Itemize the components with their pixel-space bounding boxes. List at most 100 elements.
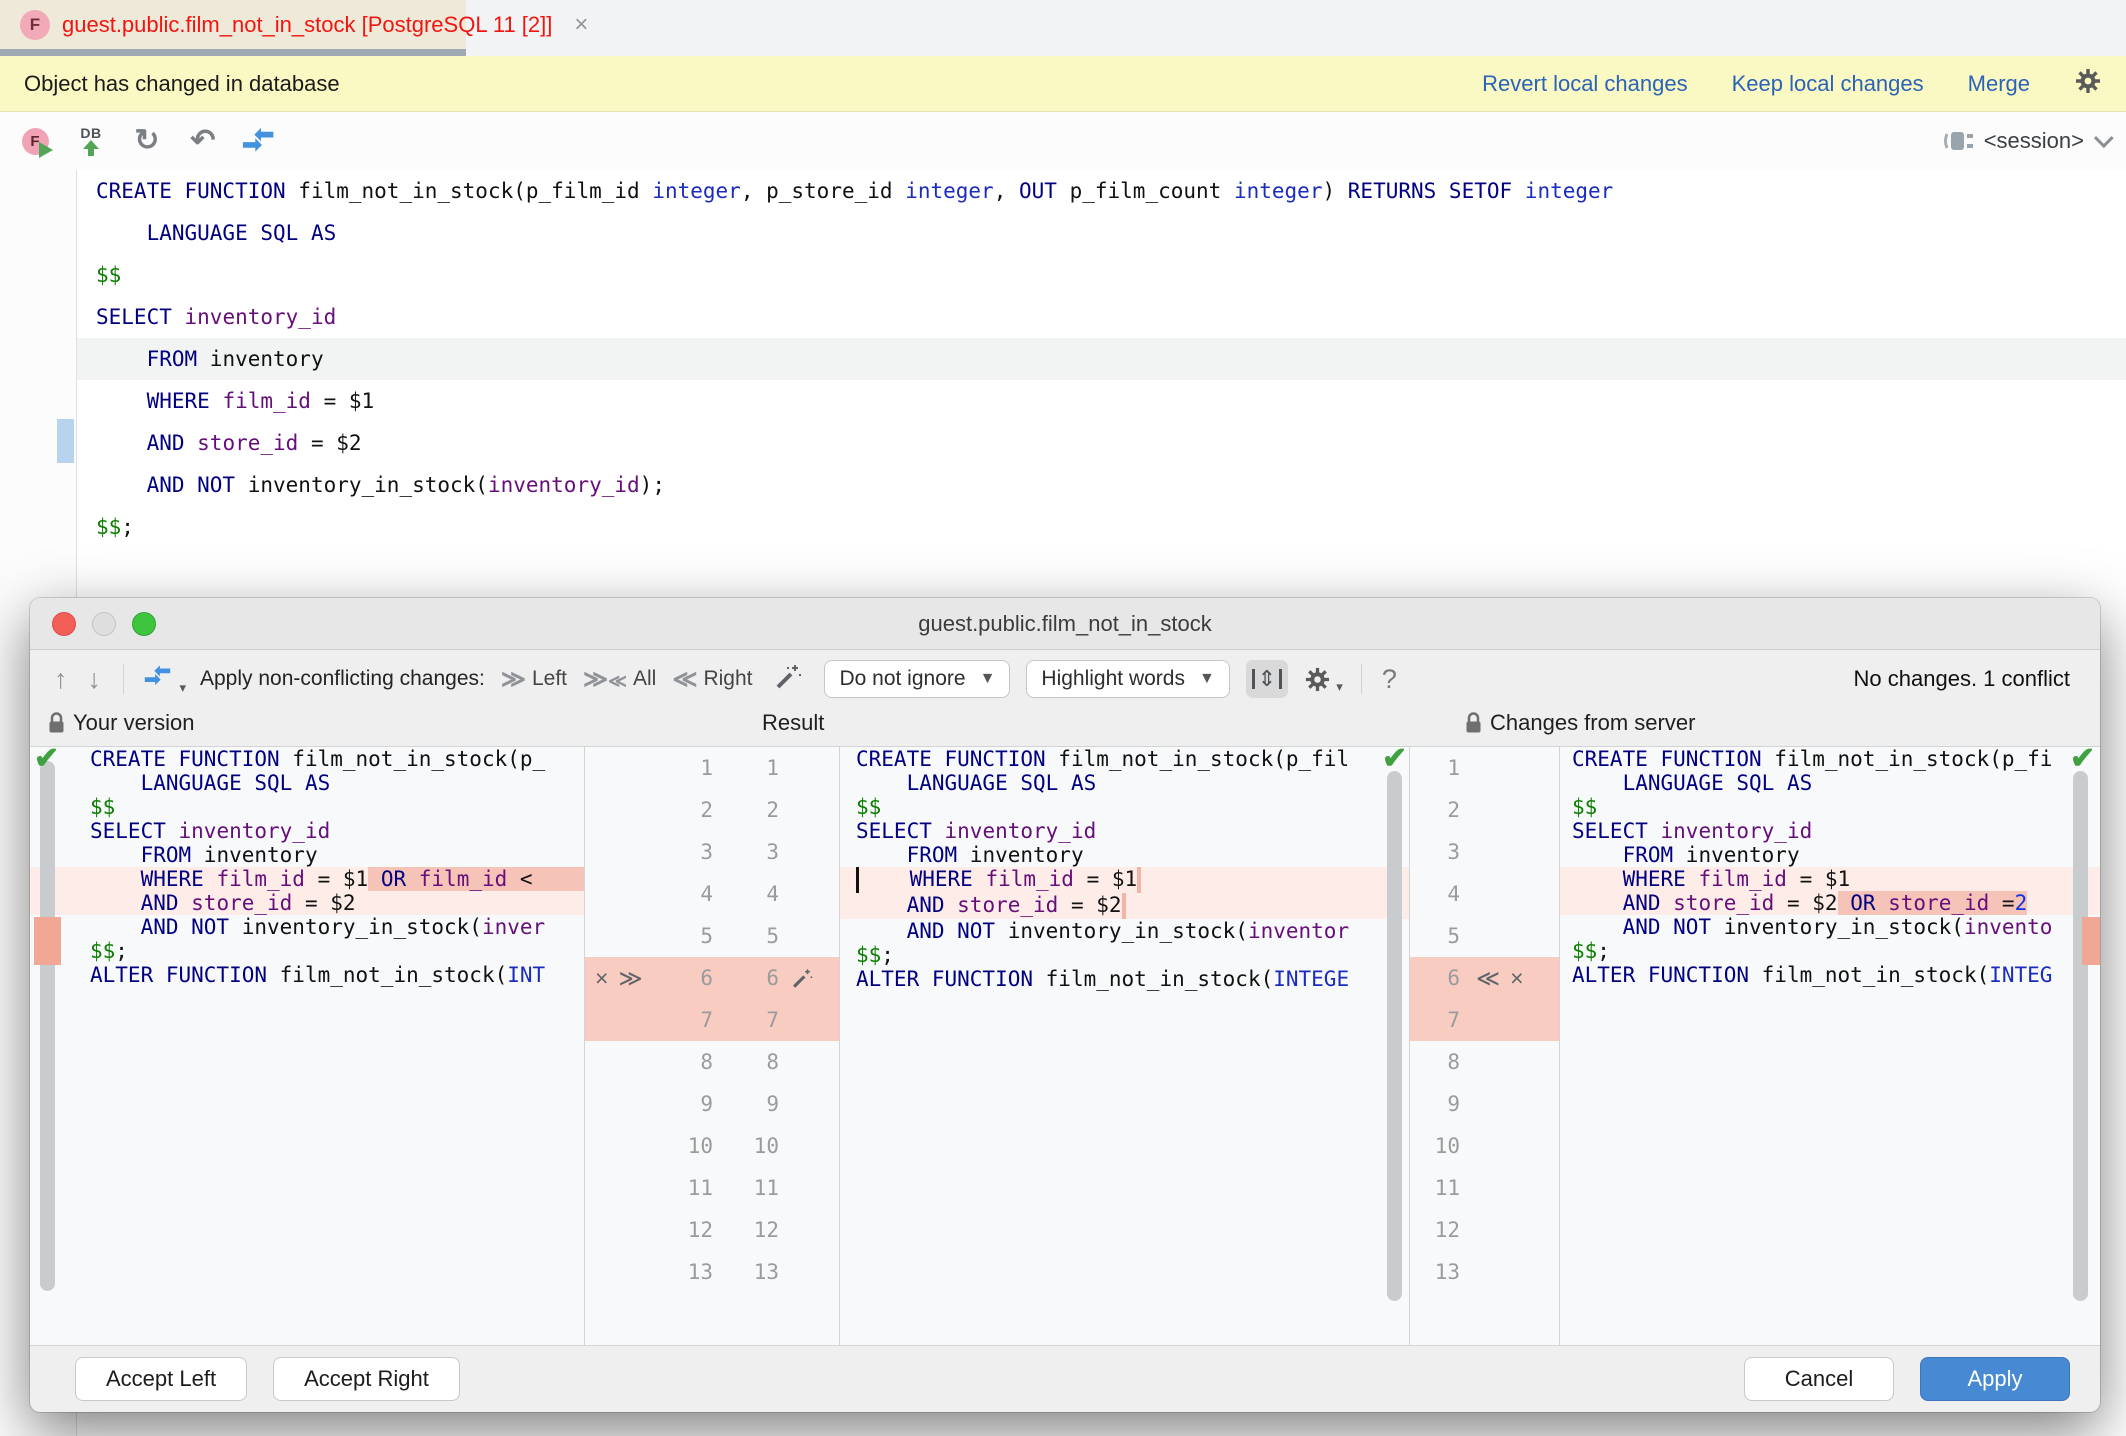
gutter-row: 99	[585, 1083, 839, 1125]
your-version-panel[interactable]: CREATE FUNCTION film_not_in_stock(p_ LAN…	[30, 747, 585, 1345]
code-line: SELECT inventory_id	[0, 296, 2126, 338]
result-line-number: 9	[713, 1092, 779, 1116]
apply-change-icons[interactable]: ×≫	[585, 965, 657, 992]
right-line-number: 7	[1410, 1008, 1460, 1032]
sync-scrolling-toggle[interactable]: ⇕	[1246, 660, 1288, 698]
code-line: CREATE FUNCTION film_not_in_stock(p_	[30, 747, 584, 771]
code-line: ALTER FUNCTION film_not_in_stock(INTEG	[1560, 963, 2100, 987]
result-panel-scrollbar[interactable]	[1387, 771, 1402, 1301]
left-panel-header: Your version	[48, 710, 194, 736]
merge-body: CREATE FUNCTION film_not_in_stock(p_ LAN…	[30, 746, 2100, 1346]
code-line: CREATE FUNCTION film_not_in_stock(p_film…	[0, 170, 2126, 212]
left-error-stripe-marker[interactable]	[34, 917, 61, 965]
right-line-number: 8	[1410, 1050, 1460, 1074]
result-line-number: 4	[713, 882, 779, 906]
previous-change-icon[interactable]: ↑	[52, 666, 70, 693]
right-line-number: 6	[1410, 966, 1460, 990]
gutter-row: 55	[585, 915, 839, 957]
merge-dialog: guest.public.film_not_in_stock ↑ ↓ ▾ App…	[30, 598, 2100, 1412]
right-line-number: 1	[1410, 756, 1460, 780]
help-icon[interactable]: ?	[1382, 664, 1397, 695]
code-line: AND store_id = $2	[840, 893, 1409, 919]
gutter-row: 8	[1410, 1041, 1559, 1083]
editor-code[interactable]: CREATE FUNCTION film_not_in_stock(p_film…	[0, 170, 2126, 548]
dialog-title: guest.public.film_not_in_stock	[30, 611, 2100, 637]
result-line-number: 12	[713, 1218, 779, 1242]
accept-right-button[interactable]: Accept Right	[273, 1357, 460, 1401]
code-line: CREATE FUNCTION film_not_in_stock(p_fil	[840, 747, 1409, 771]
code-line: ALTER FUNCTION film_not_in_stock(INT	[30, 963, 584, 987]
tab-close-icon[interactable]: ×	[574, 11, 588, 39]
resolve-magic-icon[interactable]	[779, 967, 824, 989]
merge-settings-icon[interactable]: ▾	[144, 664, 174, 694]
chevron-down-icon	[2094, 128, 2114, 148]
apply-all-action[interactable]: ≫≪ All	[583, 665, 656, 694]
merge-panel-headers: Your version Result Changes from server	[30, 708, 2100, 746]
highlight-mode-dropdown[interactable]: Highlight words▼	[1026, 660, 1229, 698]
code-line: ALTER FUNCTION film_not_in_stock(INTEGE	[840, 967, 1409, 991]
apply-right-action[interactable]: ≪ Right	[672, 665, 752, 694]
right-panel-scrollbar[interactable]	[2073, 771, 2088, 1301]
code-line: LANGUAGE SQL AS	[30, 771, 584, 795]
compare-merge-icon[interactable]	[242, 124, 276, 158]
left-line-number: 2	[657, 798, 713, 822]
gutter-row: 11	[1410, 1167, 1559, 1209]
session-selector[interactable]: <session>	[1944, 128, 2108, 154]
dialog-titlebar[interactable]: guest.public.film_not_in_stock	[30, 598, 2100, 650]
left-panel-scrollbar[interactable]	[40, 761, 55, 1291]
submit-to-database-icon[interactable]: DB	[74, 124, 108, 158]
gutter-row: 4	[1410, 873, 1559, 915]
code-line: SELECT inventory_id	[840, 819, 1409, 843]
code-line: LANGUAGE SQL AS	[840, 771, 1409, 795]
right-error-stripe-marker[interactable]	[2082, 917, 2100, 965]
run-function-icon[interactable]: F	[18, 124, 52, 158]
cancel-button[interactable]: Cancel	[1744, 1357, 1894, 1401]
gutter-row: 1	[1410, 747, 1559, 789]
right-line-number: 4	[1410, 882, 1460, 906]
revert-local-changes-link[interactable]: Revert local changes	[1482, 71, 1687, 97]
dialog-footer: Accept Left Accept Right Cancel Apply	[30, 1346, 2100, 1412]
undo-icon[interactable]: ↶	[186, 124, 220, 158]
right-gutter: 123456≪×78910111213	[1410, 747, 1560, 1345]
code-line: LANGUAGE SQL AS	[0, 212, 2126, 254]
merge-link[interactable]: Merge	[1968, 71, 2030, 97]
server-version-panel[interactable]: CREATE FUNCTION film_not_in_stock(p_fi L…	[1560, 747, 2100, 1345]
code-line: AND NOT inventory_in_stock(inventor	[840, 919, 1409, 943]
apply-button[interactable]: Apply	[1920, 1357, 2070, 1401]
left-line-number: 13	[657, 1260, 713, 1284]
session-label: <session>	[1984, 128, 2084, 154]
caret-down-icon: ▾	[179, 680, 186, 696]
magic-resolve-icon[interactable]	[774, 662, 802, 696]
code-line: $$;	[1560, 939, 2100, 963]
code-line: AND NOT inventory_in_stock(inver	[30, 915, 584, 939]
refresh-icon[interactable]: ↻	[130, 124, 164, 158]
accept-left-button[interactable]: Accept Left	[75, 1357, 247, 1401]
tab-bar: F guest.public.film_not_in_stock [Postgr…	[0, 0, 2126, 56]
ignore-policy-dropdown[interactable]: Do not ignore▼	[824, 660, 1010, 698]
right-line-number: 9	[1410, 1092, 1460, 1116]
code-line: FROM inventory	[1560, 843, 2100, 867]
gutter-row: 1212	[585, 1209, 839, 1251]
gutter-row: 9	[1410, 1083, 1559, 1125]
next-change-icon[interactable]: ↓	[86, 666, 104, 693]
apply-change-icons[interactable]: ≪×	[1460, 965, 1524, 992]
result-panel[interactable]: CREATE FUNCTION film_not_in_stock(p_fil …	[840, 747, 1410, 1345]
code-line: $$	[840, 795, 1409, 819]
dropdown-arrow-icon: ▼	[1199, 670, 1215, 688]
lock-icon	[48, 712, 65, 734]
left-line-number: 11	[657, 1176, 713, 1200]
code-line: WHERE film_id = $1	[1560, 867, 2100, 891]
merge-toolbar: ↑ ↓ ▾ Apply non-conflicting changes: ≫ L…	[30, 650, 2100, 708]
left-line-number: 12	[657, 1218, 713, 1242]
apply-left-action[interactable]: ≫ Left	[501, 665, 567, 694]
editor-tab[interactable]: F guest.public.film_not_in_stock [Postgr…	[0, 0, 466, 49]
merge-gear-icon[interactable]: ▾	[1304, 666, 1331, 693]
banner-gear-icon[interactable]	[2074, 67, 2102, 100]
session-icon	[1944, 128, 1974, 154]
left-resolved-check-icon: ✔	[34, 741, 59, 776]
keep-local-changes-link[interactable]: Keep local changes	[1732, 71, 1924, 97]
gutter-row: 12	[1410, 1209, 1559, 1251]
gutter-row: ×≫66	[585, 957, 839, 999]
result-resolved-check-icon: ✔	[1382, 741, 1407, 776]
code-line: $$;	[840, 943, 1409, 967]
